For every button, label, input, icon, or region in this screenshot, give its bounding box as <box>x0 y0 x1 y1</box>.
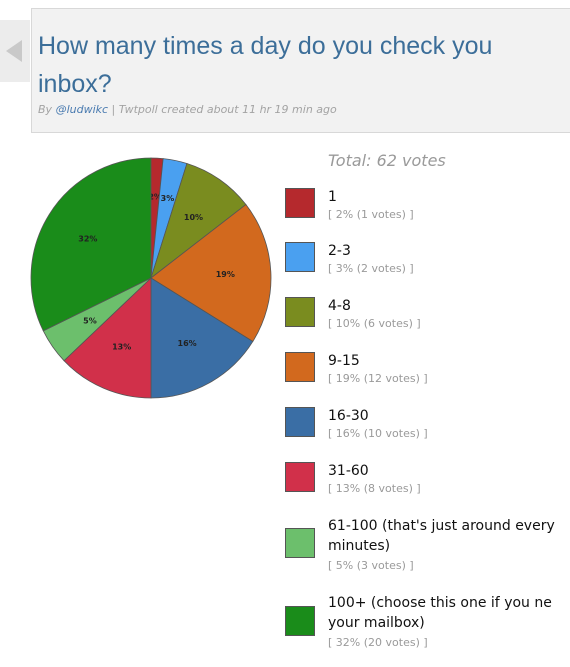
legend-votes: [ 13% (8 votes) ] <box>328 482 421 495</box>
pie-slice-label: 13% <box>112 342 131 351</box>
byline-prefix: By <box>38 103 53 116</box>
pie-slice-label: 32% <box>78 235 97 244</box>
back-arrow-tab[interactable] <box>0 20 30 82</box>
total-votes: Total: 62 votes <box>328 151 446 170</box>
legend-label: 1 <box>328 189 337 205</box>
pie-slice-label: 16% <box>178 339 197 348</box>
legend-label: 31-60 <box>328 463 369 479</box>
legend-label: 9-15 <box>328 353 360 369</box>
legend-label: 2-3 <box>328 243 351 259</box>
arrow-left-icon <box>6 40 22 62</box>
legend-votes: [ 32% (20 votes) ] <box>328 636 428 649</box>
legend-label-line-2: minutes) <box>328 538 391 554</box>
poll-title-line-1: How many times a day do you check you <box>38 32 493 60</box>
legend-swatch <box>285 462 315 492</box>
pie-slice-label: 19% <box>216 270 235 279</box>
poll-title: How many times a day do you check you in… <box>38 27 570 103</box>
legend-label-line-1: 100+ (choose this one if you ne <box>328 595 552 611</box>
legend-votes: [ 10% (6 votes) ] <box>328 317 421 330</box>
author-link[interactable]: @ludwikc <box>56 103 108 116</box>
byline-suffix: | Twtpoll created about 11 hr 19 min ago <box>111 103 337 116</box>
legend-votes: [ 5% (3 votes) ] <box>328 559 414 572</box>
pie-chart: 2%3%10%19%16%13%5%32% <box>30 157 272 399</box>
poll-title-line-2: inbox? <box>38 70 112 98</box>
legend-votes: [ 3% (2 votes) ] <box>328 262 414 275</box>
legend-votes: [ 2% (1 votes) ] <box>328 208 414 221</box>
legend-label-line-1: 61-100 (that's just around every <box>328 518 555 534</box>
legend-swatch <box>285 352 315 382</box>
legend-votes: [ 16% (10 votes) ] <box>328 427 428 440</box>
legend-swatch <box>285 407 315 437</box>
legend-swatch <box>285 297 315 327</box>
poll-byline: By @ludwikc | Twtpoll created about 11 h… <box>38 103 337 116</box>
pie-slice-label: 3% <box>161 194 175 203</box>
legend-swatch <box>285 188 315 218</box>
pie-slice-label: 5% <box>83 317 97 326</box>
pie-slice-label: 10% <box>184 213 203 222</box>
legend-label: 4-8 <box>328 298 351 314</box>
legend-swatch <box>285 606 315 636</box>
pie-chart-container: 2% 3% 10% 19% 16% 13% 5% 32% <box>0 140 285 420</box>
legend-swatch <box>285 528 315 558</box>
legend-label: 16-30 <box>328 408 369 424</box>
legend-votes: [ 19% (12 votes) ] <box>328 372 428 385</box>
legend-swatch <box>285 242 315 272</box>
legend-label-line-2: your mailbox) <box>328 615 425 631</box>
